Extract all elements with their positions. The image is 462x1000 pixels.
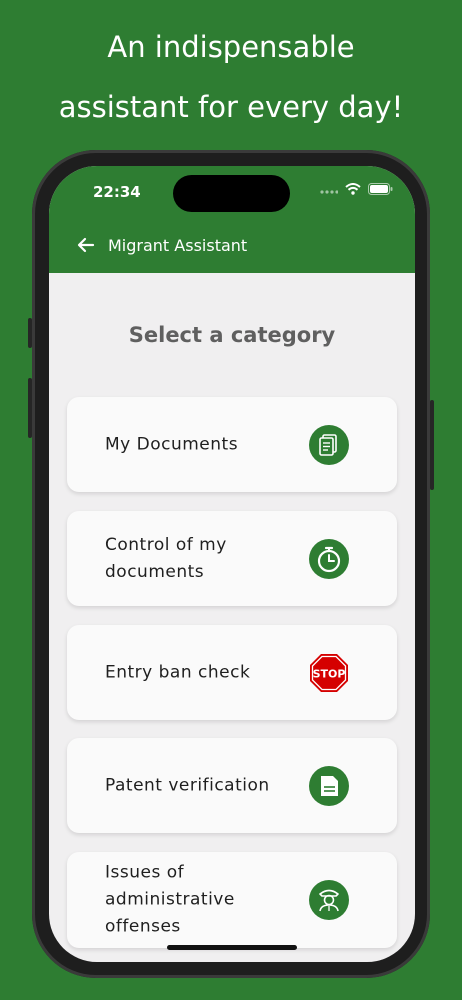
- category-administrative-offenses[interactable]: Issues of administrative offenses: [67, 852, 397, 948]
- category-label: Patent verification: [105, 775, 270, 795]
- status-time: 22:34: [93, 183, 141, 201]
- status-icons: [320, 183, 393, 195]
- patent-document-icon: [309, 765, 349, 806]
- signal-icon: [320, 190, 338, 194]
- dynamic-island: [173, 175, 290, 212]
- police-officer-icon: [309, 880, 349, 920]
- app-bar-title: Migrant Assistant: [108, 236, 248, 255]
- category-my-documents[interactable]: My Documents: [67, 397, 397, 492]
- stop-sign-text: STOP: [313, 667, 346, 680]
- promo-title-line2: assistant for every day!: [58, 90, 404, 124]
- category-label: Entry ban check: [105, 662, 251, 682]
- timer-icon: [309, 538, 349, 579]
- battery-icon: [368, 183, 393, 195]
- arrow-left-icon[interactable]: [75, 234, 97, 256]
- category-label: Control of my documents: [105, 534, 227, 582]
- category-patent-verification[interactable]: Patent verification: [67, 738, 397, 833]
- wifi-icon: [345, 183, 361, 195]
- home-indicator[interactable]: [167, 945, 297, 950]
- documents-icon: [309, 424, 349, 465]
- category-label: My Documents: [105, 434, 239, 454]
- promo-title-line1: An indispensable: [107, 30, 355, 64]
- phone-power-button: [430, 400, 434, 490]
- category-label: Issues of administrative offenses: [105, 862, 235, 937]
- category-control-of-documents[interactable]: Control of my documents: [67, 511, 397, 606]
- phone-screen: 22:34 Migrant Assistant Select a categor…: [49, 166, 415, 962]
- stop-sign-icon: STOP: [310, 653, 348, 692]
- category-entry-ban-check[interactable]: Entry ban check STOP: [67, 625, 397, 720]
- page-heading: Select a category: [128, 323, 336, 347]
